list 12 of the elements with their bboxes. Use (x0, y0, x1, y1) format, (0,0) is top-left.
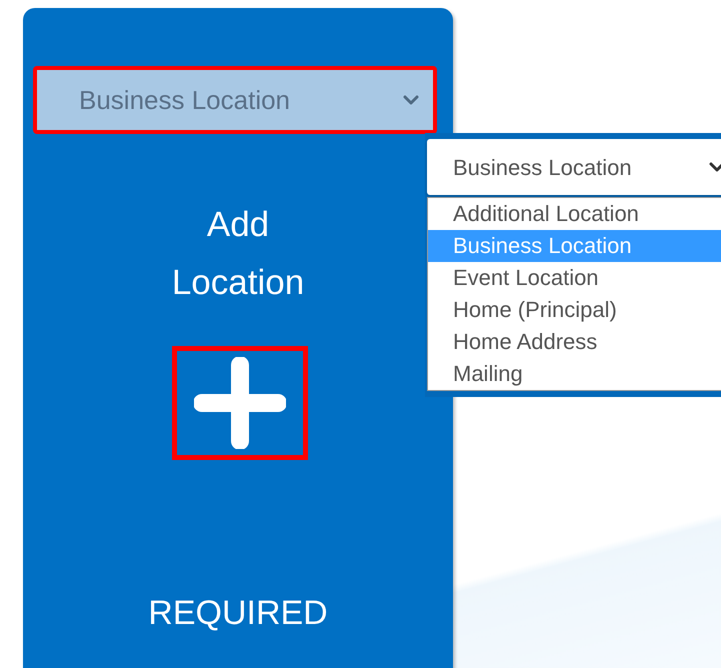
dropdown-option[interactable]: Event Location (428, 262, 721, 294)
dropdown-option[interactable]: Additional Location (428, 198, 721, 230)
plus-icon (194, 357, 286, 449)
dropdown-option[interactable]: Home (Principal) (428, 294, 721, 326)
dropdown-option[interactable]: Home Address (428, 326, 721, 358)
type-select[interactable]: Business Location (427, 139, 721, 195)
dropdown-option[interactable]: Mailing (428, 358, 721, 390)
required-label: REQUIRED (147, 593, 329, 634)
add-location-title: Add Location (170, 204, 306, 304)
chevron-icon (709, 162, 721, 172)
add-button[interactable] (172, 346, 308, 460)
chevron-icon (403, 94, 419, 106)
